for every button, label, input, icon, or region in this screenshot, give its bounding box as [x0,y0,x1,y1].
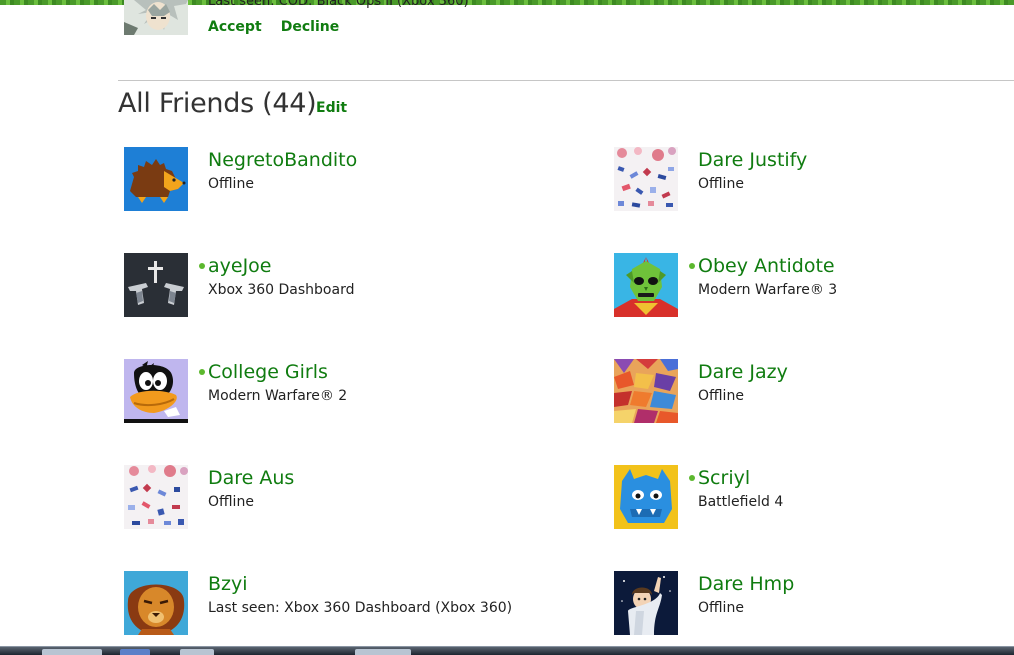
request-actions: Accept Decline [208,16,353,35]
online-indicator [689,475,695,481]
friend-status: Offline [698,176,744,192]
taskbar-button[interactable] [120,649,150,655]
friend-item[interactable]: Bzyi Last seen: Xbox 360 Dashboard (Xbox… [124,571,524,635]
taskbar-button[interactable] [42,649,102,655]
friend-status: Modern Warfare® 3 [698,282,838,298]
friend-item[interactable]: Obey Antidote Modern Warfare® 3 [614,253,1014,317]
abstract-orange-avatar[interactable] [614,359,678,423]
edit-button[interactable]: Edit [316,100,347,116]
request-last-seen: Last seen: COD: Black Ops II (Xbox 360) [208,0,469,9]
friend-status: Modern Warfare® 2 [208,388,348,404]
friend-item[interactable]: NegretoBandito Offline [124,147,524,211]
online-indicator [199,369,205,375]
friend-gamertag[interactable]: Dare Jazy [698,361,788,383]
section-divider [118,80,1014,81]
friend-item[interactable]: Dare Justify Offline [614,147,1014,211]
friend-status: Offline [208,494,254,510]
friend-item[interactable]: College Girls Modern Warfare® 2 [124,359,524,423]
friend-gamertag[interactable]: ayeJoe [208,255,272,277]
friend-gamertag[interactable]: College Girls [208,361,328,383]
friend-gamertag[interactable]: Scriyl [698,467,750,489]
taskbar [0,646,1014,655]
friend-item[interactable]: ayeJoe Xbox 360 Dashboard [124,253,524,317]
daffy-duck-avatar[interactable] [124,359,188,423]
friend-gamertag[interactable]: Obey Antidote [698,255,835,277]
page-title: All Friends (44) [118,88,317,119]
lion-avatar[interactable] [124,571,188,635]
friend-status: Offline [698,600,744,616]
taskbar-button[interactable] [180,649,214,655]
friend-status: Offline [698,388,744,404]
green-monster-avatar[interactable] [614,253,678,317]
friend-gamertag[interactable]: Dare Justify [698,149,807,171]
online-indicator [199,263,205,269]
pistols-cross-avatar[interactable] [124,253,188,317]
abstract-floral-avatar[interactable] [614,147,678,211]
friend-status: Xbox 360 Dashboard [208,282,355,298]
friend-item[interactable]: Dare Hmp Offline [614,571,1014,635]
decline-button[interactable]: Decline [281,19,339,35]
friends-section-header: All Friends (44) Edit [118,88,347,119]
friend-gamertag[interactable]: Dare Aus [208,467,294,489]
friend-item[interactable]: Dare Jazy Offline [614,359,1014,423]
request-avatar[interactable] [124,0,188,35]
friend-status: Battlefield 4 [698,494,784,510]
friend-item[interactable]: Scriyl Battlefield 4 [614,465,1014,529]
taskbar-button[interactable] [355,649,411,655]
friend-gamertag[interactable]: Dare Hmp [698,573,794,595]
accept-button[interactable]: Accept [208,19,262,35]
friend-gamertag[interactable]: Bzyi [208,573,248,595]
xbox-avatar[interactable] [614,571,678,635]
blue-creature-avatar[interactable] [614,465,678,529]
friend-item[interactable]: Dare Aus Offline [124,465,524,529]
abstract-floral-avatar[interactable] [124,465,188,529]
friend-gamertag[interactable]: NegretoBandito [208,149,357,171]
hedgehog-avatar[interactable] [124,147,188,211]
friend-status: Offline [208,176,254,192]
friend-status: Last seen: Xbox 360 Dashboard (Xbox 360) [208,600,513,616]
online-indicator [689,263,695,269]
